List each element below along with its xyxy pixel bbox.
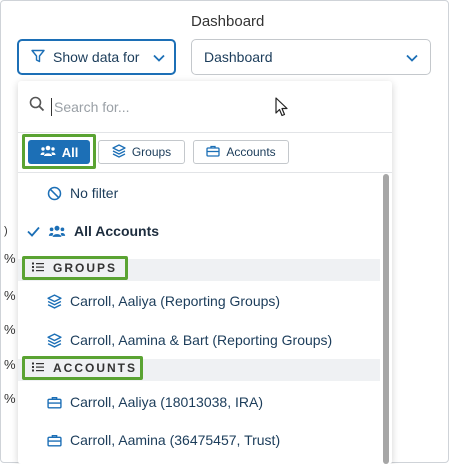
list-icon <box>32 361 44 375</box>
list-icon <box>32 261 44 275</box>
side-mark: % <box>4 288 16 303</box>
show-data-for-button[interactable]: Show data for <box>17 39 176 75</box>
side-mark: % <box>4 357 16 372</box>
filter-tabs: All Groups Accounts <box>18 133 392 173</box>
highlight-outline: GROUPS <box>22 256 128 280</box>
show-data-for-label: Show data for <box>53 49 140 65</box>
list-item-label: Carroll, Aaliya (18013038, IRA) <box>70 394 263 410</box>
layers-icon <box>112 143 126 161</box>
layers-icon <box>47 293 62 309</box>
section-title: ACCOUNTS <box>53 361 137 375</box>
list-item-group[interactable]: Carroll, Aamina & Bart (Reporting Groups… <box>18 328 380 352</box>
search-icon <box>29 96 45 117</box>
tab-all-label: All <box>61 144 79 160</box>
tab-all[interactable]: All <box>28 140 90 164</box>
side-mark: % <box>4 251 16 266</box>
page-title: Dashboard <box>191 13 265 30</box>
side-mark: % <box>4 391 16 406</box>
filter-icon <box>31 49 45 66</box>
tab-groups-label: Groups <box>131 145 172 159</box>
accounts-section-header: ACCOUNTS <box>18 356 380 381</box>
tab-groups[interactable]: Groups <box>98 140 185 164</box>
search-input[interactable] <box>51 97 351 116</box>
mouse-cursor-icon <box>275 97 289 122</box>
layers-icon <box>47 332 62 348</box>
chevron-down-icon <box>406 49 418 65</box>
list-item-no-filter[interactable]: No filter <box>18 181 380 205</box>
chevron-down-icon <box>153 49 166 65</box>
users-icon <box>40 145 56 160</box>
users-icon <box>48 225 66 238</box>
briefcase-icon <box>47 396 62 409</box>
groups-section-header: GROUPS <box>18 256 380 281</box>
list-item-group[interactable]: Carroll, Aaliya (Reporting Groups) <box>18 289 380 313</box>
highlight-outline: ACCOUNTS <box>22 356 143 380</box>
section-title: GROUPS <box>53 261 118 275</box>
list-item-label: Carroll, Aamina & Bart (Reporting Groups… <box>70 332 333 348</box>
search-row <box>18 81 392 133</box>
list-item-label: Carroll, Aaliya (Reporting Groups) <box>70 293 281 309</box>
check-icon <box>27 226 40 237</box>
dashboard-select[interactable]: Dashboard <box>191 39 431 75</box>
app-frame: Dashboard Show data for Dashboard ) % % … <box>0 0 449 464</box>
briefcase-icon <box>206 145 220 160</box>
show-data-dropdown-panel: All Groups Accounts No filter <box>18 81 392 464</box>
tab-accounts[interactable]: Accounts <box>193 140 289 164</box>
tab-accounts-label: Accounts <box>226 145 276 159</box>
scrollbar-thumb[interactable] <box>383 174 389 464</box>
list-item-label: Carroll, Aamina (36475457, Trust) <box>70 432 281 448</box>
side-mark: % <box>4 322 16 337</box>
list-item-label: All Accounts <box>74 223 160 239</box>
list-item-account[interactable]: Carroll, Aaliya (18013038, IRA) <box>18 390 380 414</box>
dashboard-select-value: Dashboard <box>204 49 273 65</box>
list-item-label: No filter <box>70 185 119 201</box>
briefcase-icon <box>47 434 62 447</box>
side-mark: ) <box>4 225 8 237</box>
no-filter-icon <box>47 186 62 201</box>
list-item-all-accounts[interactable]: All Accounts <box>18 219 380 243</box>
list-item-account[interactable]: Carroll, Aamina (36475457, Trust) <box>18 428 380 452</box>
